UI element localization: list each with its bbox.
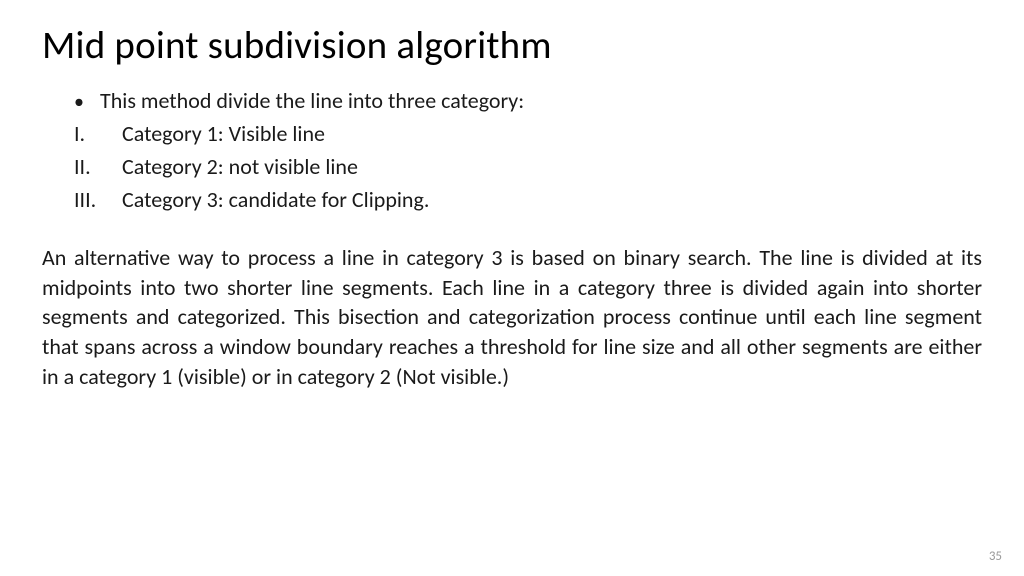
slide-title: Mid point subdivision algorithm <box>42 22 982 69</box>
intro-bullet-text: This method divide the line into three c… <box>100 87 524 114</box>
intro-bullet-row: • This method divide the line into three… <box>74 87 982 114</box>
spacer <box>74 219 982 243</box>
category-text: Category 2: not visible line <box>122 153 358 180</box>
slide: Mid point subdivision algorithm • This m… <box>0 0 1024 576</box>
bullet-icon: • <box>74 90 100 114</box>
category-text: Category 1: Visible line <box>122 120 325 147</box>
page-number: 35 <box>989 549 1002 564</box>
slide-content: • This method divide the line into three… <box>42 87 982 391</box>
category-marker: II. <box>74 153 122 180</box>
category-marker: III. <box>74 186 122 213</box>
category-text: Category 3: candidate for Clipping. <box>122 186 429 213</box>
body-paragraph: An alternative way to process a line in … <box>42 243 982 391</box>
category-row: II. Category 2: not visible line <box>74 153 982 180</box>
category-row: III. Category 3: candidate for Clipping. <box>74 186 982 213</box>
category-row: I. Category 1: Visible line <box>74 120 982 147</box>
category-marker: I. <box>74 120 122 147</box>
